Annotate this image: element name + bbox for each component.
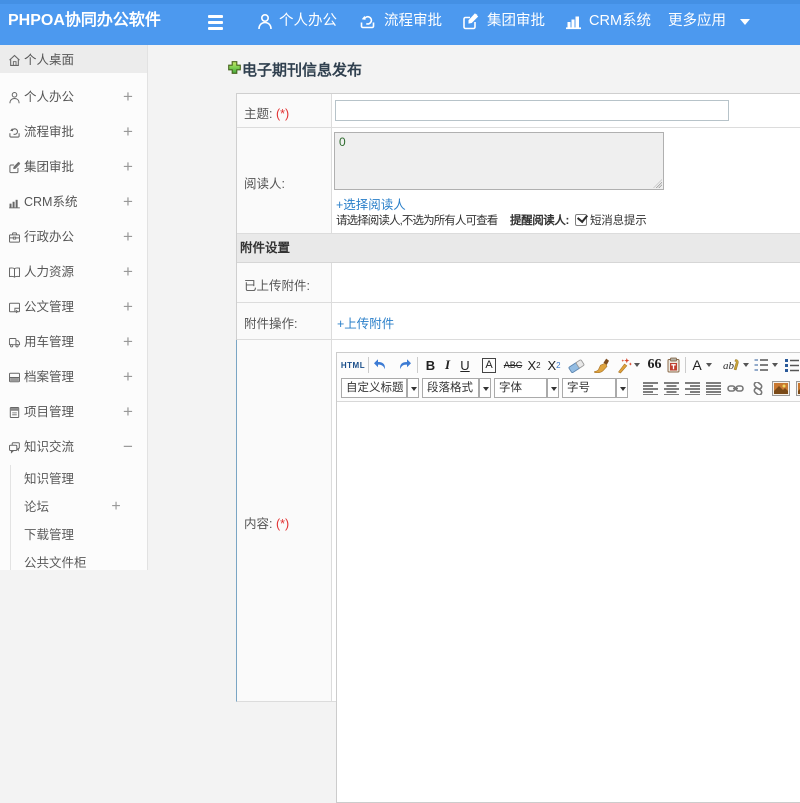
svg-text:ab: ab xyxy=(723,360,735,372)
